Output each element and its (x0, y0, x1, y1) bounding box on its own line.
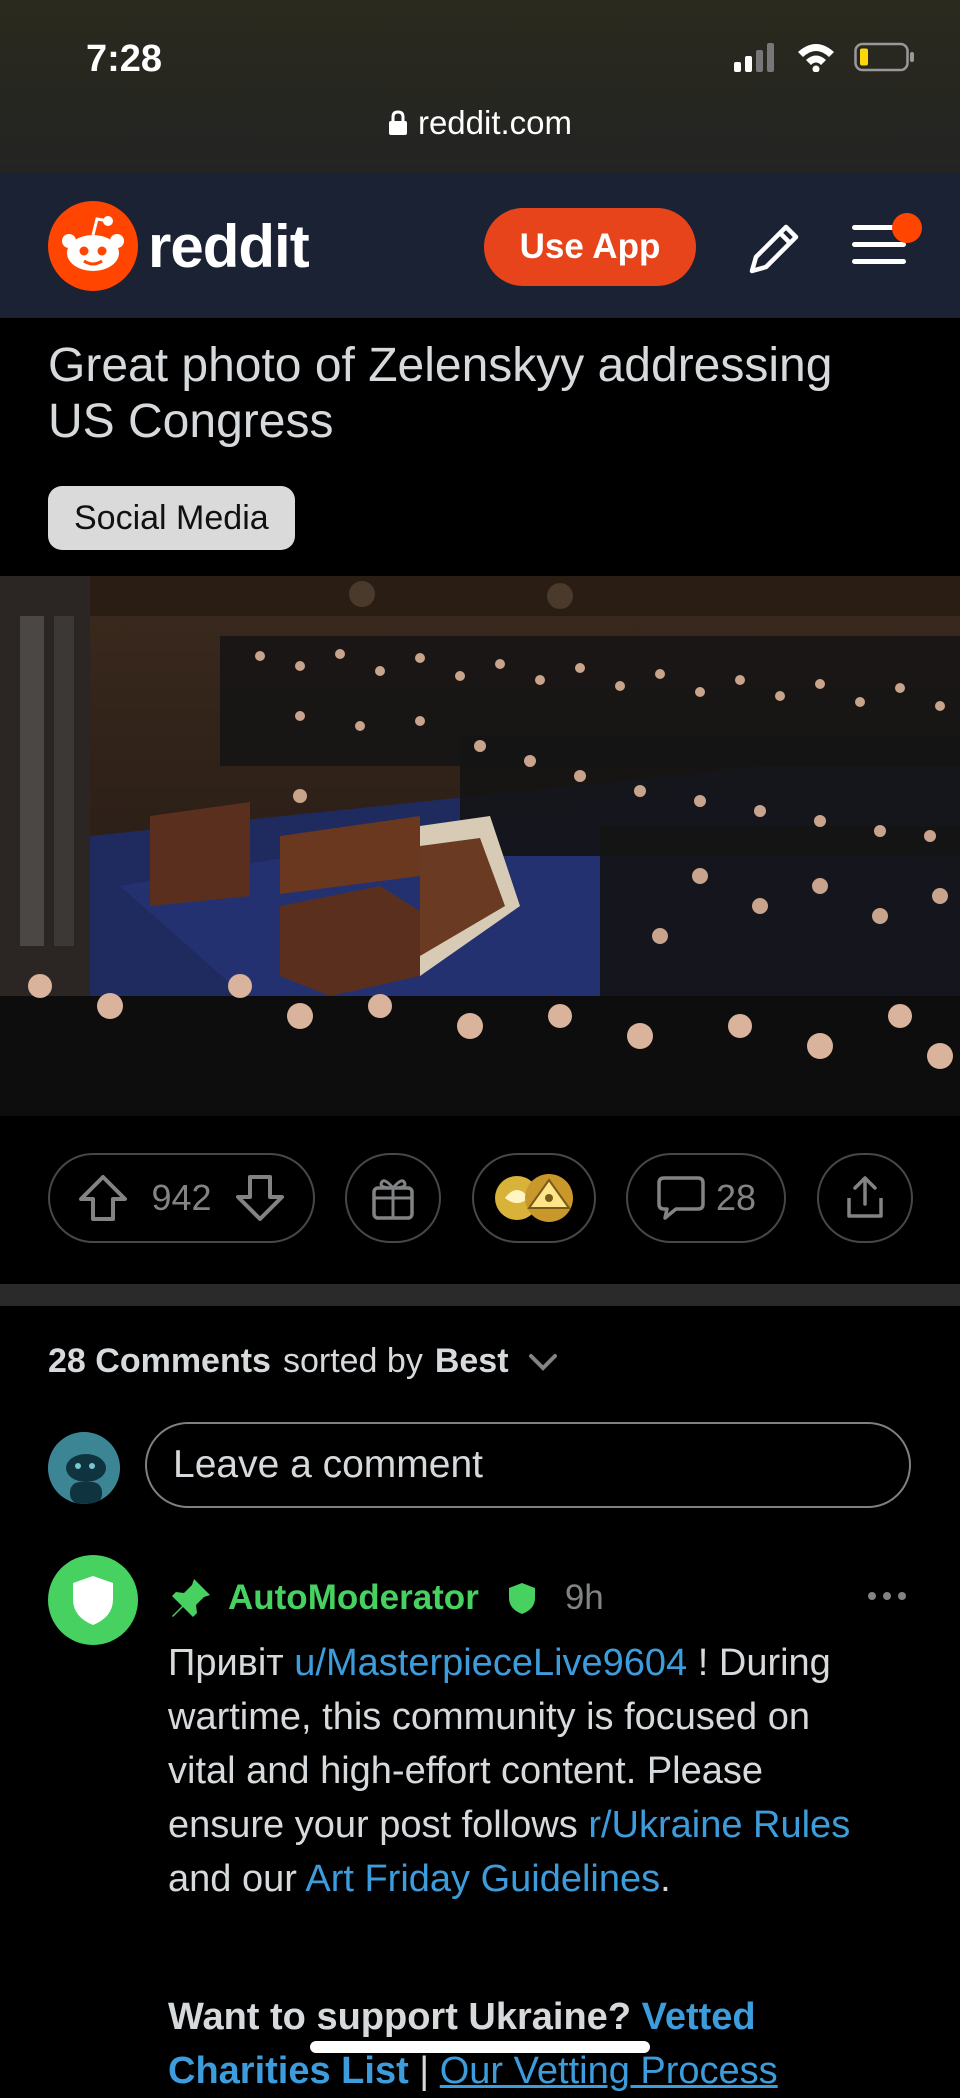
comment-header: AutoModerator 9h (168, 1575, 604, 1621)
awards-button[interactable] (472, 1153, 596, 1243)
automoderator-avatar[interactable] (48, 1555, 138, 1645)
avatar[interactable] (48, 1432, 120, 1504)
mod-shield-icon (508, 1583, 535, 1614)
logo-text: reddit (148, 212, 310, 280)
gift-button[interactable] (345, 1153, 441, 1243)
comment-icon (657, 1176, 705, 1220)
more-icon[interactable] (868, 1592, 906, 1600)
post-image[interactable] (0, 576, 960, 1116)
post-flair[interactable]: Social Media (48, 486, 295, 550)
comments-count-label: 28 Comments (48, 1342, 271, 1380)
chevron-down-icon[interactable] (525, 1347, 561, 1377)
sorted-by-label: sorted by (282, 1342, 423, 1380)
vote-count: 942 (151, 1177, 212, 1218)
notification-dot (892, 213, 922, 243)
link-separator: | (408, 2050, 440, 2092)
body-period: . (660, 1858, 671, 1900)
user-link[interactable]: u/MasterpieceLive9604 (294, 1642, 687, 1684)
upvote-icon[interactable] (77, 1173, 129, 1223)
url-text: reddit.com (417, 104, 573, 141)
pin-icon (172, 1579, 210, 1617)
sort-value[interactable]: Best (435, 1342, 509, 1381)
comment-author[interactable]: AutoModerator (228, 1578, 479, 1618)
post-title[interactable]: Great photo of Zelenskyy addressing US C… (48, 338, 908, 450)
comment-time: 9h (564, 1578, 604, 1617)
reddit-logo-icon (48, 201, 138, 291)
home-indicator[interactable] (310, 2041, 650, 2053)
share-button[interactable] (817, 1153, 913, 1243)
menu-button[interactable] (852, 213, 922, 276)
comment-body: Привіт u/MasterpieceLive9604 ! During wa… (168, 1636, 888, 1906)
greeting-text: Привіт (168, 1642, 284, 1684)
reddit-header: reddit Use App (0, 173, 960, 318)
vote-control: 942 (48, 1153, 315, 1243)
comment-count: 28 (715, 1177, 757, 1218)
comments-button[interactable]: 28 (626, 1153, 786, 1243)
body-text-2: and our (168, 1858, 306, 1900)
signal-icon (734, 43, 774, 72)
award-icon (495, 1174, 573, 1222)
pencil-icon[interactable] (744, 219, 804, 279)
rules-link[interactable]: r/Ukraine Rules (588, 1804, 850, 1846)
vetting-link[interactable]: Our Vetting Process (440, 2050, 778, 2092)
wifi-icon (798, 44, 834, 72)
comment-input[interactable]: Leave a comment (145, 1422, 911, 1508)
battery-icon (854, 42, 914, 72)
shield-icon (73, 1576, 113, 1625)
guidelines-link[interactable]: Art Friday Guidelines (305, 1858, 660, 1900)
share-icon (847, 1176, 883, 1218)
use-app-button[interactable]: Use App (484, 208, 696, 286)
comment-composer: Leave a comment (48, 1422, 912, 1512)
section-divider (0, 1284, 960, 1306)
url-bar[interactable]: reddit.com (0, 104, 960, 142)
support-text: Want to support Ukraine? (168, 1996, 632, 2038)
status-icons (734, 42, 916, 72)
post-actions: 942 28 (0, 1153, 960, 1247)
comments-sort[interactable]: 28 Comments sorted by Best (48, 1342, 561, 1381)
downvote-icon[interactable] (234, 1173, 286, 1223)
gift-icon (372, 1179, 414, 1220)
status-time: 7:28 (86, 38, 163, 80)
reddit-logo[interactable]: reddit (48, 201, 310, 291)
status-bar: 7:28 reddit.com (0, 0, 960, 173)
lock-icon (388, 110, 407, 135)
